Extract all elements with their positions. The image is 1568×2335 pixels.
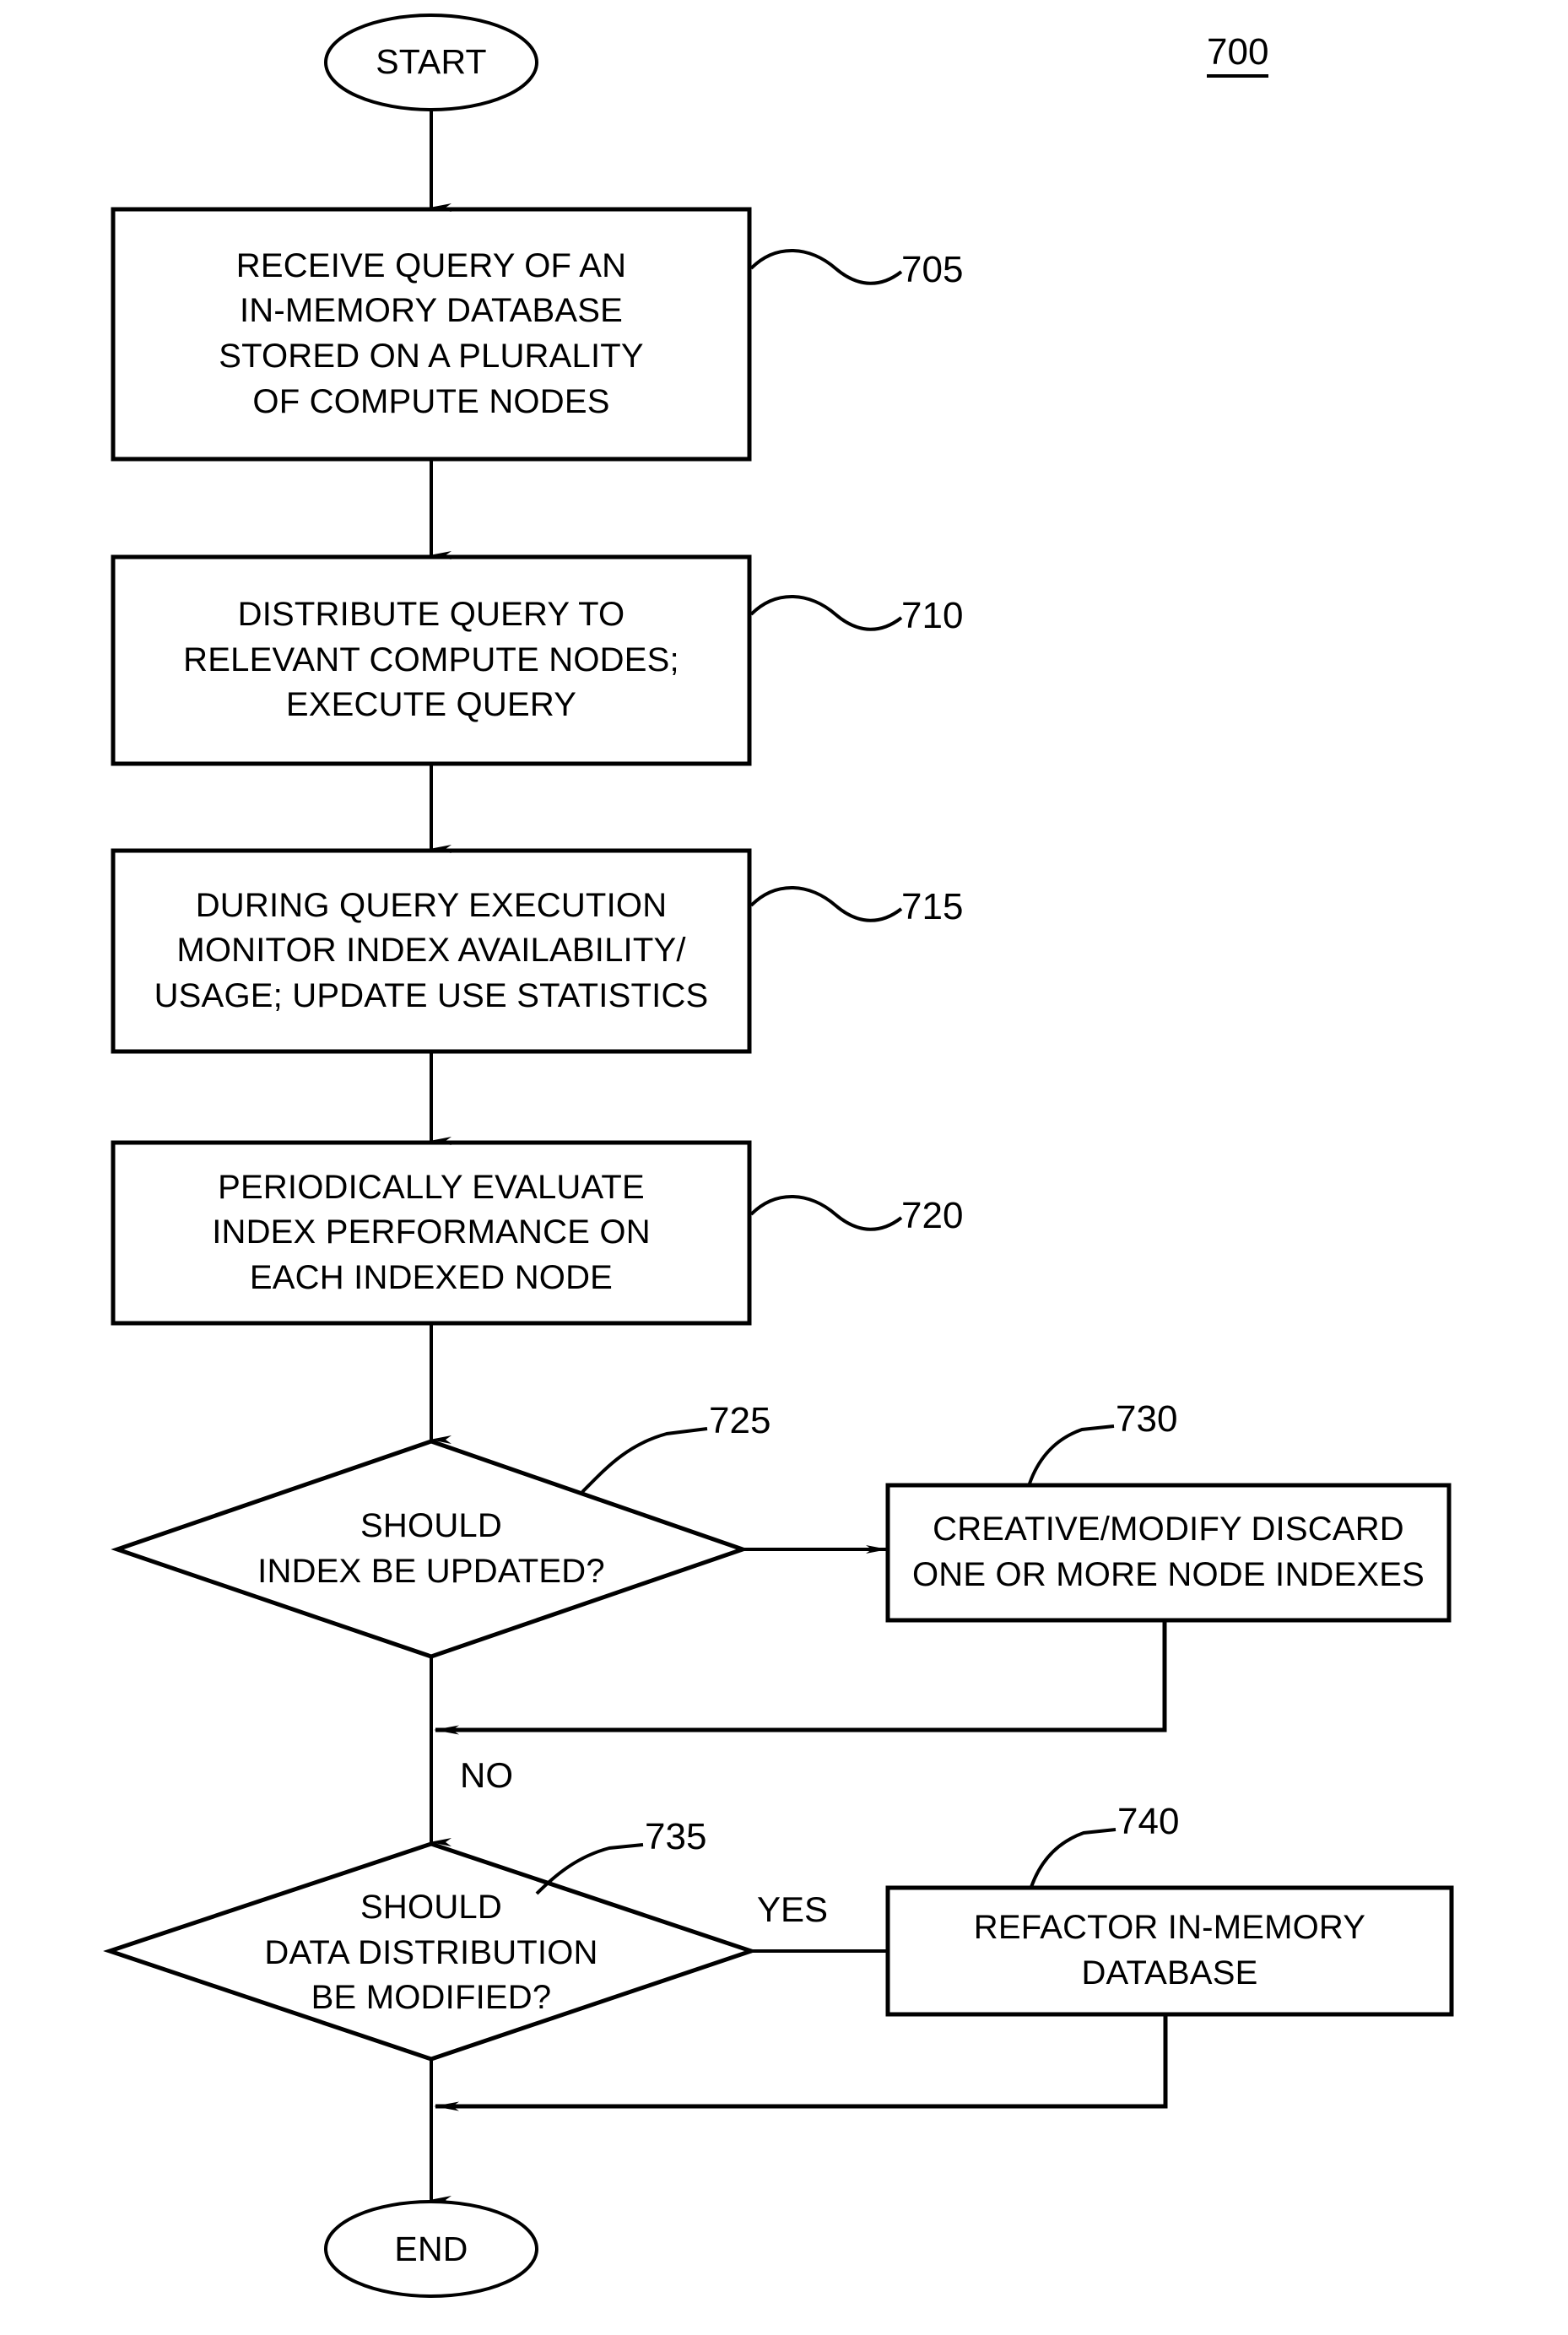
process-box-715-shape <box>111 848 752 1054</box>
leader-curve-725 <box>581 1427 708 1494</box>
leader-squiggle-715 <box>749 886 903 922</box>
decision-diamond-735-shape <box>103 1841 758 2062</box>
edge-label-yes: YES <box>757 1889 829 1929</box>
reference-number-720: 720 <box>901 1195 964 1236</box>
reference-number-710: 710 <box>901 595 964 636</box>
reference-number-715: 715 <box>901 886 964 927</box>
feedback-740-to-end-trunk <box>434 2014 1168 2111</box>
process-box-720-shape <box>111 1140 752 1326</box>
start-terminal-shape <box>324 14 538 111</box>
reference-number-735: 735 <box>645 1816 707 1857</box>
end-terminal-shape <box>324 2200 538 2298</box>
process-box-730-shape <box>885 1483 1452 1623</box>
patent-flowchart-figure: 700 START RECEIVE QUERY OF AN IN-MEMORY … <box>0 0 1568 2335</box>
flowchart-canvas <box>103 0 1454 2298</box>
feedback-730-to-main-trunk <box>434 1620 1167 1735</box>
leader-squiggle-710 <box>749 595 903 631</box>
process-box-740-shape <box>885 1885 1454 2017</box>
reference-number-730: 730 <box>1116 1398 1178 1440</box>
figure-number: 700 <box>1207 34 1269 78</box>
leader-squiggle-720 <box>749 1195 903 1231</box>
process-box-710-shape <box>111 554 752 766</box>
leader-squiggle-705 <box>749 249 903 285</box>
decision-diamond-725-shape <box>111 1439 749 1659</box>
process-box-705-shape <box>111 207 752 462</box>
reference-number-705: 705 <box>901 249 964 290</box>
reference-number-725: 725 <box>709 1400 771 1441</box>
leader-curve-740 <box>1030 1828 1117 1888</box>
edge-label-no: NO <box>460 1755 513 1795</box>
reference-number-740: 740 <box>1117 1801 1180 1842</box>
leader-curve-730 <box>1028 1424 1115 1484</box>
